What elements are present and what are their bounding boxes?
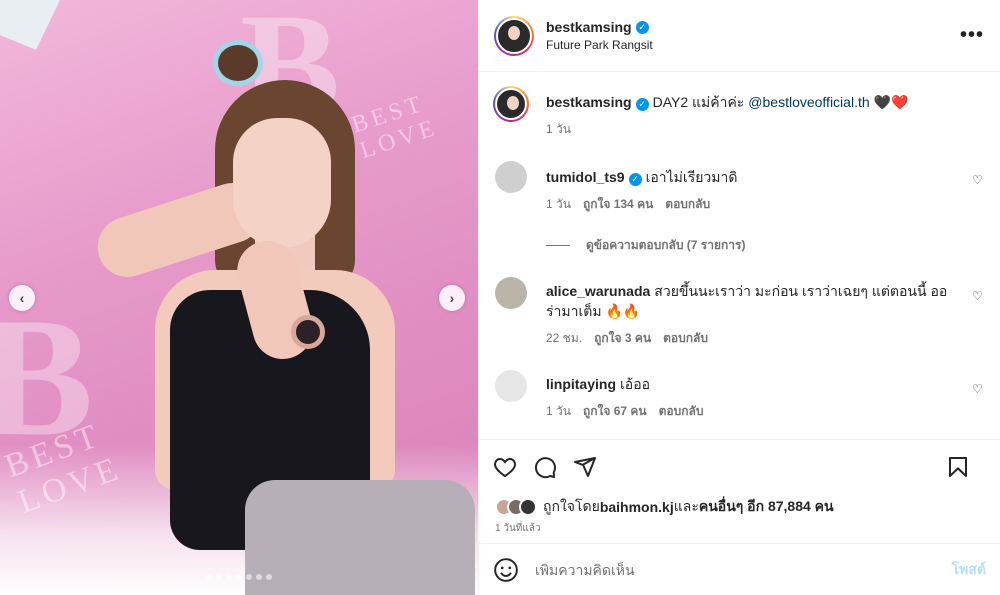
likes-others-link[interactable]: คนอื่นๆ อีก 87,884 คน — [699, 496, 834, 518]
chevron-left-icon: ‹ — [19, 290, 25, 306]
comment-item: tumidol_ts9 ✓ เอาไม่เรียวมาดิ 1 วัน ถูกใจ … — [495, 161, 984, 214]
header-username[interactable]: bestkamsing ✓ — [546, 19, 653, 35]
post-media[interactable]: B B BESTLOVE BESTLOVE ‹ › — [0, 0, 478, 595]
comment-time[interactable]: 1 วัน — [546, 402, 571, 421]
reply-button[interactable]: ตอบกลับ — [663, 329, 708, 348]
comment-icon[interactable] — [533, 455, 557, 479]
carousel-indicator — [0, 574, 478, 580]
likes-suffix: และ — [673, 498, 699, 514]
post-date[interactable]: 1 วันที่แล้ว — [479, 521, 1000, 543]
model-figure — [89, 40, 475, 595]
caption-emoji: 🖤❤️ — [869, 94, 909, 110]
comment-time[interactable]: 22 ชม. — [546, 329, 582, 348]
view-replies-label[interactable]: ดูข้อความตอบกลับ (7 รายการ) — [586, 236, 745, 255]
carousel-dot — [256, 574, 262, 580]
likes-summary: ถูกใจโดย baihmon.kj และ คนอื่นๆ อีก 87,8… — [479, 493, 1000, 521]
likes-prefix: ถูกใจโดย — [543, 498, 600, 514]
comment-item: alice_warunada สวยขึ้นนะเราว่า มะก่อน เรา… — [495, 277, 984, 348]
likers-avatars[interactable] — [495, 498, 537, 516]
reply-button[interactable]: ตอบกลับ — [659, 402, 704, 421]
carousel-next-button[interactable]: › — [439, 285, 465, 311]
caption-avatar[interactable] — [493, 86, 529, 122]
comment-username[interactable]: linpitaying — [546, 376, 616, 392]
caption-mention-link[interactable]: @bestloveofficial.th — [748, 94, 869, 110]
avatar[interactable] — [494, 15, 534, 56]
carousel-dot — [206, 574, 212, 580]
caption: bestkamsing ✓ DAY2 แม่ค้าค่ะ @bestloveoffi… — [493, 86, 984, 139]
location[interactable]: Future Park Rangsit — [546, 38, 653, 52]
bookmark-icon[interactable] — [946, 455, 970, 479]
comment-text: เอ้ออ — [620, 376, 651, 392]
comment-like-heart-icon[interactable]: ♡ — [972, 382, 984, 396]
verified-icon: ✓ — [635, 97, 649, 111]
chevron-right-icon: › — [449, 290, 455, 306]
comment-username[interactable]: tumidol_ts9 — [546, 169, 625, 185]
carousel-dot — [236, 574, 242, 580]
more-horizontal-icon: ••• — [959, 24, 984, 46]
reply-button[interactable]: ตอบกลับ — [665, 195, 710, 214]
comment-username[interactable]: alice_warunada — [546, 283, 650, 299]
comments-list: bestkamsing ✓ DAY2 แม่ค้าค่ะ @bestloveoffi… — [479, 72, 1000, 439]
verified-icon: ✓ — [635, 20, 649, 34]
heart-icon[interactable] — [493, 455, 517, 479]
send-icon[interactable] — [573, 455, 597, 479]
username-text[interactable]: bestkamsing — [546, 19, 632, 35]
verified-icon: ✓ — [628, 172, 642, 186]
comment-text: เอาไม่เรียวมาดิ — [645, 169, 738, 185]
carousel-dot — [246, 574, 252, 580]
liker-username[interactable]: baihmon.kj — [600, 499, 674, 515]
add-comment-bar: โพสต์ — [479, 543, 1000, 595]
comment-likes[interactable]: ถูกใจ 67 คน — [583, 402, 647, 421]
commenter-avatar[interactable] — [495, 161, 527, 193]
carousel-prev-button[interactable]: ‹ — [9, 285, 35, 311]
carousel-dot — [266, 574, 272, 580]
view-replies-button[interactable]: ดูข้อความตอบกลับ (7 รายการ) — [546, 236, 984, 255]
lamp-shape — [0, 0, 60, 50]
post-comment-button[interactable]: โพสต์ — [952, 559, 986, 581]
watch — [291, 315, 325, 349]
commenter-avatar[interactable] — [495, 277, 527, 309]
comment-likes[interactable]: ถูกใจ 134 คน — [583, 195, 653, 214]
comment-likes[interactable]: ถูกใจ 3 คน — [594, 329, 651, 348]
comment-input[interactable] — [535, 561, 952, 578]
caption-username[interactable]: bestkamsing — [546, 94, 632, 110]
carousel-dot — [226, 574, 232, 580]
comment-like-heart-icon[interactable]: ♡ — [972, 173, 984, 187]
carousel-dot — [216, 574, 222, 580]
comment-time[interactable]: 1 วัน — [546, 195, 571, 214]
post-header: bestkamsing ✓ Future Park Rangsit ••• — [479, 0, 1000, 72]
comment-item: linpitaying เอ้ออ 1 วัน ถูกใจ 67 คน ตอบกล… — [495, 370, 984, 421]
post-side-panel: bestkamsing ✓ Future Park Rangsit ••• be… — [478, 0, 1000, 595]
action-bar — [479, 439, 1000, 493]
more-options-button[interactable]: ••• — [960, 24, 984, 47]
caption-time[interactable]: 1 วัน — [546, 120, 571, 139]
commenter-avatar[interactable] — [495, 370, 527, 402]
caption-text: DAY2 แม่ค้าค่ะ — [652, 94, 749, 110]
comment-like-heart-icon[interactable]: ♡ — [972, 289, 984, 303]
emoji-icon[interactable] — [493, 557, 519, 583]
